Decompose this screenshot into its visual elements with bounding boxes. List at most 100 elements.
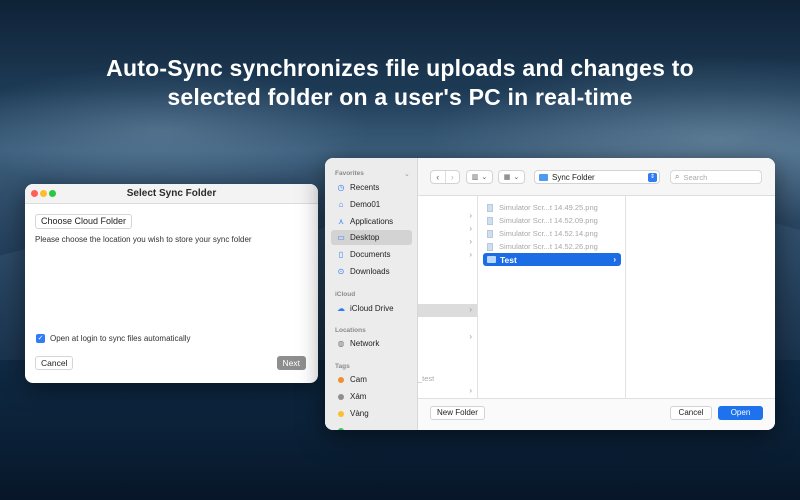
sidebar-section-favorites: Favorites xyxy=(335,170,364,177)
sidebar-item-downloads[interactable]: ⊙ Downloads xyxy=(331,264,412,279)
list-item-label: _test xyxy=(418,374,435,383)
tag-dot-icon xyxy=(338,393,344,400)
choose-cloud-folder-button[interactable]: Choose Cloud Folder xyxy=(35,214,133,229)
back-icon[interactable]: ‹ xyxy=(431,171,445,183)
file-name: Simulator Scr...t 14.52.09.png xyxy=(499,216,598,225)
path-popup[interactable]: Sync Folder ⇕ xyxy=(534,170,660,184)
open-at-login-checkbox[interactable]: ✓ xyxy=(36,334,45,343)
sidebar-item-network[interactable]: ◍ Network xyxy=(331,336,412,351)
document-icon: ▯ xyxy=(338,250,344,259)
download-icon: ⊙ xyxy=(337,267,345,276)
folder-name: Test xyxy=(500,254,517,265)
sidebar-section-locations: Locations xyxy=(335,327,366,334)
chevron-right-icon: › xyxy=(469,237,472,246)
clock-icon: ◷ xyxy=(337,183,345,192)
chevron-right-icon: › xyxy=(469,224,472,233)
image-file-icon xyxy=(487,242,493,251)
finder-toolbar: ‹ › ▥ ⌄ ▦ ⌄ Sync Folder ⇕ ⌕ xyxy=(418,158,775,196)
finder-open-panel: Favorites ⌄ ◷ Recents ⌂ Demo01 ⋏ Applica… xyxy=(325,158,775,430)
sidebar-section-tags: Tags xyxy=(335,363,350,370)
folder-row-selected[interactable]: Test › xyxy=(483,253,621,266)
sidebar-item-label: Desktop xyxy=(350,233,380,242)
list-item[interactable]: › xyxy=(418,331,477,344)
headline: Auto-Sync synchronizes file uploads and … xyxy=(0,54,800,112)
file-row[interactable]: Simulator Scr...t 14.52.26.png xyxy=(483,240,621,253)
chevron-down-icon[interactable]: ⌄ xyxy=(404,170,410,178)
file-name: Simulator Scr...t 14.52.26.png xyxy=(499,242,598,251)
home-icon: ⌂ xyxy=(338,200,344,209)
sidebar-item-icloud-drive[interactable]: ☁ iCloud Drive xyxy=(331,301,412,316)
list-item[interactable]: › xyxy=(418,385,477,398)
list-item-selected[interactable]: › xyxy=(418,304,477,317)
folder-icon xyxy=(487,256,496,263)
sidebar-item-documents[interactable]: ▯ Documents xyxy=(331,247,412,262)
sync-folder-dialog: Select Sync Folder Choose Cloud Folder P… xyxy=(25,184,318,383)
column-parent: › › › › › › _test › xyxy=(418,196,478,398)
sync-help-text: Please choose the location you wish to s… xyxy=(35,235,252,244)
file-row[interactable]: Simulator Scr...t 14.52.14.png xyxy=(483,227,621,240)
chevron-right-icon: › xyxy=(469,250,472,259)
chevron-down-icon: ⌄ xyxy=(481,174,488,181)
updown-arrows-icon: ⇕ xyxy=(648,173,657,182)
image-file-icon xyxy=(487,216,493,225)
sidebar-item-tag-vang[interactable]: Vàng xyxy=(331,406,412,421)
cloud-icon: ☁ xyxy=(337,304,345,313)
list-item[interactable]: › xyxy=(418,249,477,262)
back-forward-control[interactable]: ‹ › xyxy=(430,170,460,184)
headline-line-1: Auto-Sync synchronizes file uploads and … xyxy=(106,55,694,81)
chevron-right-icon: › xyxy=(469,332,472,341)
sidebar-item-recents[interactable]: ◷ Recents xyxy=(331,180,412,195)
list-item[interactable]: › xyxy=(418,236,477,249)
desktop-icon: ▭ xyxy=(337,233,345,242)
finder-sidebar: Favorites ⌄ ◷ Recents ⌂ Demo01 ⋏ Applica… xyxy=(325,158,418,430)
sidebar-item-desktop[interactable]: ▭ Desktop xyxy=(331,230,412,245)
search-input[interactable] xyxy=(683,172,754,182)
chevron-right-icon: › xyxy=(469,305,472,314)
sidebar-item-tag-xam[interactable]: Xám xyxy=(331,389,412,404)
image-file-icon xyxy=(487,229,493,238)
tag-dot-icon xyxy=(338,376,344,383)
file-name: Simulator Scr...t 14.49.25.png xyxy=(499,203,598,212)
sidebar-item-applications[interactable]: ⋏ Applications xyxy=(331,214,412,229)
chevron-down-icon: ⌄ xyxy=(513,174,520,181)
list-item[interactable]: › xyxy=(418,223,477,236)
sidebar-item-label: Documents xyxy=(350,250,391,259)
sidebar-item-tag-partial[interactable] xyxy=(331,423,412,430)
file-name: Simulator Scr...t 14.52.14.png xyxy=(499,229,598,238)
file-row[interactable]: Simulator Scr...t 14.49.25.png xyxy=(483,201,621,214)
sidebar-section-icloud: iCloud xyxy=(335,291,356,298)
open-button[interactable]: Open xyxy=(718,406,763,420)
search-icon: ⌕ xyxy=(675,172,680,181)
applications-icon: ⋏ xyxy=(338,217,344,226)
column-sync-folder: Simulator Scr...t 14.49.25.png Simulator… xyxy=(478,196,626,398)
sidebar-item-label: Applications xyxy=(350,217,394,226)
grid-icon: ▦ xyxy=(503,174,511,181)
forward-icon[interactable]: › xyxy=(444,171,460,183)
globe-icon: ◍ xyxy=(337,339,345,348)
list-item[interactable]: › xyxy=(418,210,477,223)
sidebar-item-label: Network xyxy=(350,339,380,348)
sidebar-item-label: Recents xyxy=(350,183,380,192)
search-field[interactable]: ⌕ xyxy=(670,170,762,184)
sidebar-item-label: iCloud Drive xyxy=(350,304,394,313)
view-mode-button[interactable]: ▥ ⌄ xyxy=(466,170,493,184)
next-button[interactable]: Next xyxy=(276,356,306,370)
path-label: Sync Folder xyxy=(552,172,595,182)
sidebar-item-label: Downloads xyxy=(350,267,390,276)
headline-line-2: selected folder on a user's PC in real-t… xyxy=(167,84,633,110)
list-item[interactable]: _test xyxy=(418,372,477,385)
new-folder-button[interactable]: New Folder xyxy=(430,406,485,420)
file-row[interactable]: Simulator Scr...t 14.52.09.png xyxy=(483,214,621,227)
sidebar-item-tag-cam[interactable]: Cam xyxy=(331,372,412,387)
dialog-title: Select Sync Folder xyxy=(126,188,217,199)
chevron-right-icon: › xyxy=(469,386,472,395)
finder-cancel-button[interactable]: Cancel xyxy=(670,406,712,420)
dialog-cancel-button[interactable]: Cancel xyxy=(35,356,74,370)
sidebar-item-label: Demo01 xyxy=(350,200,381,209)
group-by-button[interactable]: ▦ ⌄ xyxy=(498,170,525,184)
sidebar-item-demo01[interactable]: ⌂ Demo01 xyxy=(331,197,412,212)
image-file-icon xyxy=(487,203,493,212)
chevron-right-icon: › xyxy=(469,211,472,220)
tag-dot-icon xyxy=(338,427,344,430)
open-at-login-row[interactable]: ✓ Open at login to sync files automatica… xyxy=(36,334,191,343)
